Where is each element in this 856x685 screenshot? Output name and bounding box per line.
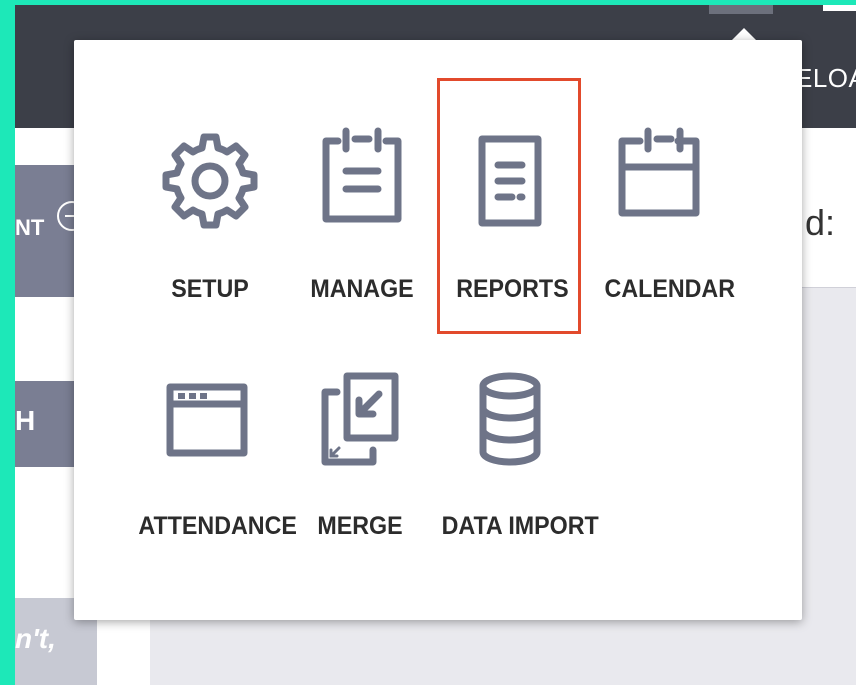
database-icon [479,372,541,466]
menu-item-setup[interactable]: SETUP [160,125,260,315]
menu-item-data-import[interactable]: DATA IMPORT [436,370,599,550]
reload-text[interactable]: ELOA [795,63,856,94]
menu-item-manage-label: MANAGE [310,275,414,303]
menu-item-data-import-label: DATA IMPORT [441,512,599,540]
menu-item-merge[interactable]: MERGE [305,370,415,550]
sidebar-button-2-label: H [15,405,36,436]
calendar-icon [618,127,700,217]
menu-item-attendance-label: ATTENDANCE [138,512,297,540]
menu-item-manage[interactable]: MANAGE [302,125,422,315]
menu-item-calendar[interactable]: CALENDAR [600,125,736,315]
heading-fragment: d: [805,202,836,243]
menu-item-merge-label: MERGE [317,512,403,540]
menu-item-calendar-label: CALENDAR [604,275,736,303]
topbar-tab[interactable] [709,5,773,14]
gear-icon [162,133,258,229]
popover-notch [732,28,756,40]
menu-item-attendance[interactable]: ATTENDANCE [133,370,297,550]
sidebar-button-1-label: NT [15,215,45,240]
window-icon [166,383,248,457]
clipboard-icon [322,127,402,223]
selected-item-highlight [437,78,581,334]
divider [801,287,856,288]
topbar-tab-secondary[interactable] [823,5,856,11]
merge-icon [321,372,399,466]
menu-item-setup-label: SETUP [171,275,249,303]
sidebar-button-3-label: n't, [15,623,56,654]
